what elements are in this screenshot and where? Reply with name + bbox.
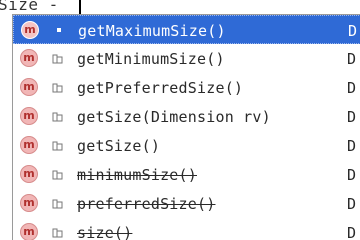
editor-operator: - — [48, 0, 59, 14]
completion-label: getSize(Dimension rv) — [77, 108, 271, 126]
editor-text: Size - — [0, 0, 59, 14]
completion-item[interactable]: m getMinimumSize() D — [13, 44, 360, 73]
editor-identifier: Size — [0, 0, 39, 14]
completion-item[interactable]: m size() D — [13, 218, 360, 240]
completion-item[interactable]: m preferredSize() D — [13, 189, 360, 218]
code-completion-popup[interactable]: m getMaximumSize() D m getMinimumSize() … — [12, 14, 360, 240]
completion-item[interactable]: m minimumSize() D — [13, 160, 360, 189]
completion-label: getMinimumSize() — [77, 50, 225, 68]
method-icon: m — [20, 194, 38, 212]
completion-item[interactable]: m getPreferredSize() D — [13, 73, 360, 102]
completion-item[interactable]: m getSize(Dimension rv) D — [13, 102, 360, 131]
inherited-method-icon — [52, 170, 63, 180]
inherited-method-icon — [52, 83, 63, 93]
text-caret — [79, 0, 81, 14]
completion-label: getSize() — [77, 137, 161, 155]
method-icon: m — [20, 107, 38, 125]
inherited-method-icon — [52, 228, 63, 238]
method-icon: m — [20, 78, 38, 96]
editor-line[interactable]: Size - — [0, 0, 360, 14]
completion-label: getPreferredSize() — [77, 79, 244, 97]
method-icon: m — [20, 136, 38, 154]
public-method-icon — [57, 28, 61, 32]
completion-type: D — [347, 137, 357, 155]
method-icon: m — [20, 165, 38, 183]
completion-label: getMaximumSize() — [78, 22, 226, 40]
inherited-method-icon — [52, 112, 63, 122]
completion-label: minimumSize() — [77, 166, 197, 184]
inherited-method-icon — [52, 54, 63, 64]
completion-item[interactable]: m getMaximumSize() D — [13, 15, 360, 44]
completion-type: D — [347, 50, 357, 68]
completion-label: preferredSize() — [77, 195, 216, 213]
completion-type: D — [347, 224, 357, 240]
method-icon: m — [20, 49, 38, 67]
completion-type: D — [347, 166, 357, 184]
method-icon: m — [21, 21, 39, 39]
completion-label: size() — [77, 224, 133, 240]
inherited-method-icon — [52, 199, 63, 209]
completion-type: D — [347, 79, 357, 97]
method-icon: m — [20, 223, 38, 240]
completion-type: D — [347, 108, 357, 126]
completion-item[interactable]: m getSize() D — [13, 131, 360, 160]
inherited-method-icon — [52, 141, 63, 151]
completion-type: D — [348, 22, 358, 40]
completion-type: D — [347, 195, 357, 213]
